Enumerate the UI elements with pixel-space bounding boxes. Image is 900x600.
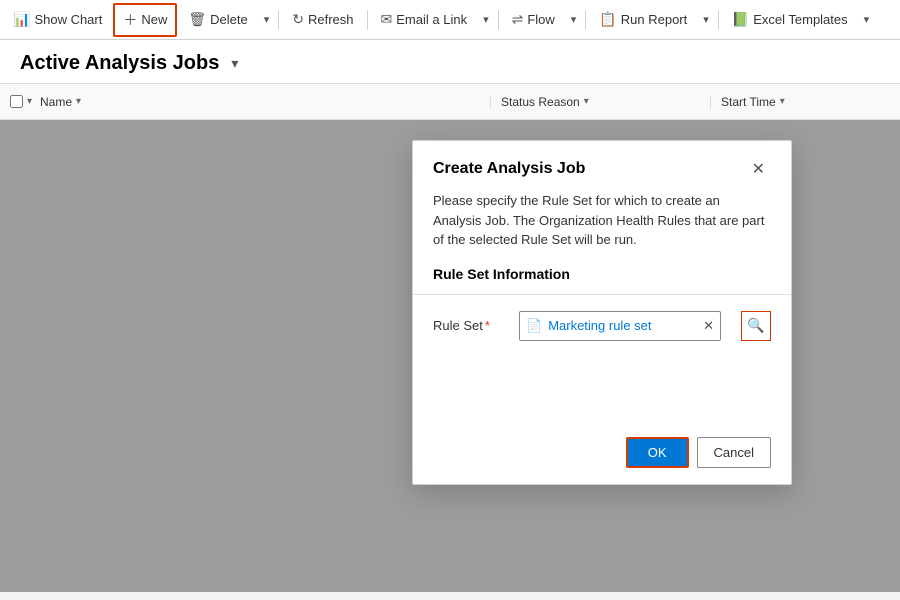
required-indicator: * xyxy=(485,318,490,333)
rule-set-search-button[interactable]: 🔍 xyxy=(741,311,771,341)
page-header: Active Analysis Jobs ▾ xyxy=(0,40,900,84)
excel-dropdown[interactable]: ▾ xyxy=(859,7,875,32)
rule-set-field: Rule Set* 📄 Marketing rule set ✕ 🔍 xyxy=(413,311,791,361)
cancel-button[interactable]: Cancel xyxy=(697,437,771,468)
refresh-button[interactable]: ↻ Refresh xyxy=(283,5,362,34)
excel-icon: 📗 xyxy=(732,11,749,28)
show-chart-button[interactable]: 📊 Show Chart xyxy=(4,5,111,34)
rule-set-label: Rule Set* xyxy=(433,318,503,333)
status-column-header[interactable]: Status Reason ▾ xyxy=(490,95,710,109)
dialog-footer: OK Cancel xyxy=(413,421,791,484)
flow-dropdown[interactable]: ▾ xyxy=(566,7,582,32)
flow-button[interactable]: ⇌ Flow xyxy=(503,5,564,34)
status-sort-icon: ▾ xyxy=(584,96,589,107)
delete-icon: 🗑 xyxy=(188,11,206,28)
new-button[interactable]: ＋ New xyxy=(113,3,177,37)
email-link-button[interactable]: ✉ Email a Link xyxy=(372,5,477,34)
run-report-dropdown[interactable]: ▾ xyxy=(698,7,714,32)
dialog-description: Please specify the Rule Set for which to… xyxy=(413,191,791,266)
refresh-icon: ↻ xyxy=(292,11,304,28)
page-title: Active Analysis Jobs xyxy=(20,52,219,75)
search-icon: 🔍 xyxy=(747,317,764,334)
divider-1 xyxy=(278,10,279,30)
delete-dropdown[interactable]: ▾ xyxy=(259,7,275,32)
delete-button[interactable]: 🗑 Delete xyxy=(179,5,256,34)
start-column-header[interactable]: Start Time ▾ xyxy=(710,95,890,109)
divider-2 xyxy=(367,10,368,30)
column-headers: ▾ Name ▾ Status Reason ▾ Start Time ▾ xyxy=(0,84,900,120)
run-report-icon: 📋 xyxy=(599,11,616,28)
name-sort-icon: ▾ xyxy=(76,96,81,107)
ok-button[interactable]: OK xyxy=(626,437,689,468)
rule-set-clear-button[interactable]: ✕ xyxy=(697,318,720,334)
new-icon: ＋ xyxy=(123,10,137,30)
dialog-close-button[interactable]: ✕ xyxy=(746,157,771,181)
dialog-section-divider xyxy=(413,294,791,295)
dialog-section-title: Rule Set Information xyxy=(413,266,791,294)
create-analysis-job-dialog: Create Analysis Job ✕ Please specify the… xyxy=(412,140,792,485)
flow-icon: ⇌ xyxy=(512,11,524,28)
rule-set-input-wrap: 📄 Marketing rule set ✕ xyxy=(519,311,721,341)
name-column-header[interactable]: Name ▾ xyxy=(40,95,490,109)
dialog-header: Create Analysis Job ✕ xyxy=(413,141,791,191)
divider-4 xyxy=(585,10,586,30)
divider-3 xyxy=(498,10,499,30)
name-sort-arrow: ▾ xyxy=(27,96,32,107)
start-sort-icon: ▾ xyxy=(780,96,785,107)
rule-set-value[interactable]: Marketing rule set xyxy=(548,318,697,333)
select-all-checkbox[interactable] xyxy=(10,95,23,108)
page-title-dropdown[interactable]: ▾ xyxy=(231,55,238,72)
record-icon: 📄 xyxy=(520,318,548,334)
toolbar: 📊 Show Chart ＋ New 🗑 Delete ▾ ↻ Refresh … xyxy=(0,0,900,40)
divider-5 xyxy=(718,10,719,30)
main-content: Create Analysis Job ✕ Please specify the… xyxy=(0,120,900,592)
run-report-button[interactable]: 📋 Run Report xyxy=(590,5,696,34)
email-icon: ✉ xyxy=(381,11,393,28)
excel-templates-button[interactable]: 📗 Excel Templates xyxy=(723,5,857,34)
select-all-col: ▾ xyxy=(10,95,40,108)
email-dropdown[interactable]: ▾ xyxy=(478,7,494,32)
dialog-title: Create Analysis Job xyxy=(433,160,585,178)
show-chart-icon: 📊 xyxy=(13,11,30,28)
